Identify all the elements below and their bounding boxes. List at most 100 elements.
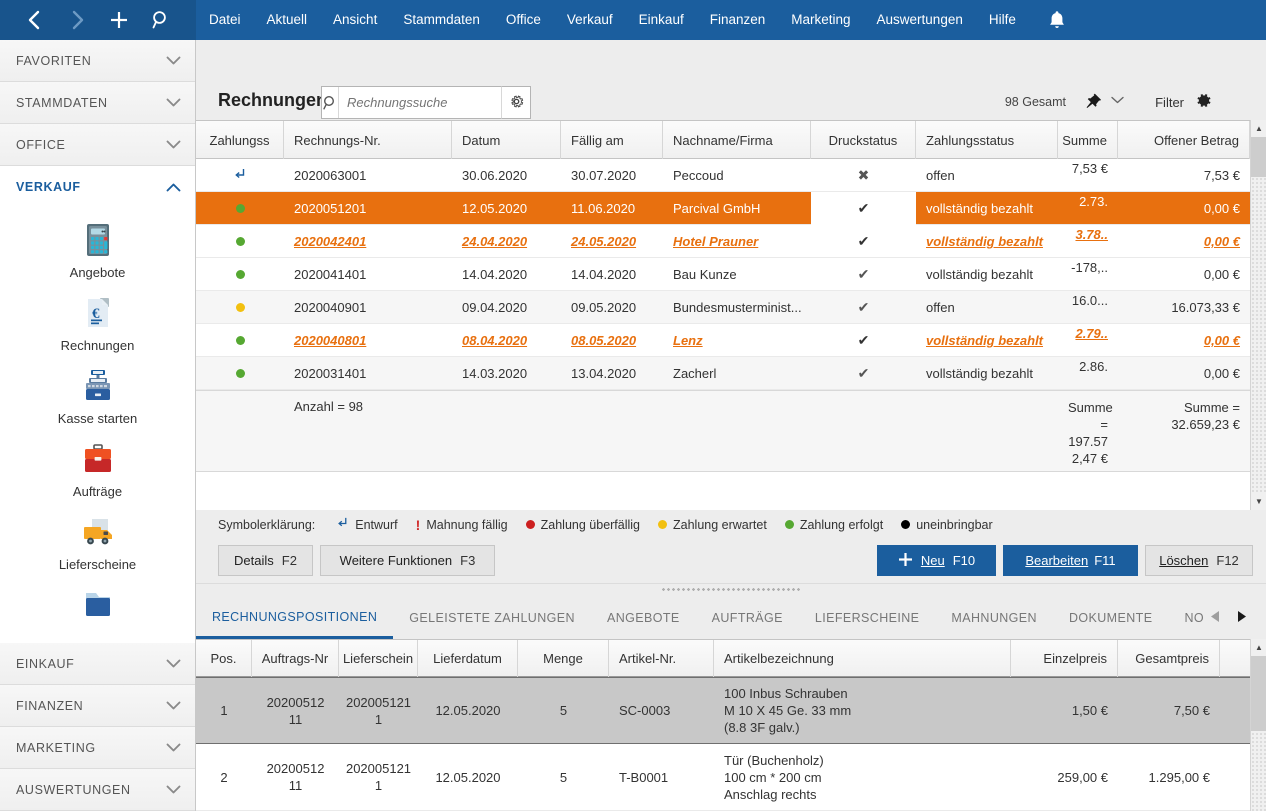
tab-angebote[interactable]: ANGEBOTE — [591, 597, 696, 639]
table-row[interactable]: 2020040901 09.04.2020 09.05.2020 Bundesmust… — [196, 291, 1266, 324]
tabs-next-arrow[interactable] — [1232, 597, 1250, 639]
sidebar-group-auswertungen[interactable]: AUSWERTUNGEN — [0, 769, 195, 811]
sidebar-item-rechnungen[interactable]: € Rechnungen — [0, 287, 195, 360]
sidebar-group-stammdaten[interactable]: STAMMDATEN — [0, 82, 195, 124]
delivery-truck-icon — [78, 512, 118, 552]
search-box[interactable] — [321, 86, 525, 119]
sidebar-item-folder[interactable] — [0, 579, 195, 652]
sidebar-item-auftraege[interactable]: Aufträge — [0, 433, 195, 506]
menu-item-ansicht[interactable]: Ansicht — [320, 0, 390, 40]
exclamation-icon: ! — [415, 516, 421, 533]
position-column-header-2[interactable]: Lieferschein — [339, 640, 418, 677]
sidebar-group-marketing[interactable]: MARKETING — [0, 727, 195, 769]
forward-button[interactable] — [64, 7, 90, 33]
position-column-header-1[interactable]: Auftrags-Nr — [252, 640, 339, 677]
position-grid-scrollbar[interactable]: ▲ ▼ — [1250, 639, 1266, 811]
menu-item-datei[interactable]: Datei — [196, 0, 254, 40]
neu-button[interactable]: Neu F10 — [877, 545, 996, 576]
legend-item-label: Zahlung erwartet — [673, 517, 767, 532]
invoice-grid-scrollbar[interactable]: ▲ ▼ — [1250, 120, 1266, 510]
position-column-header-0[interactable]: Pos. — [196, 640, 252, 677]
tab-dokumente[interactable]: DOKUMENTE — [1053, 597, 1168, 639]
position-table-row[interactable]: 2 20200512 11 202005121 1 12.05.2020 5 T-B0001 T… — [196, 744, 1266, 811]
table-row[interactable]: 2020031401 14.03.2020 13.04.2020 Zacherl ✔ vo… — [196, 357, 1266, 390]
scrollbar-thumb[interactable] — [1251, 137, 1266, 177]
tab-auftr-ge[interactable]: AUFTRÄGE — [696, 597, 799, 639]
legend-item-label: Zahlung erfolgt — [799, 517, 884, 532]
bearbeiten-shortcut: F11 — [1094, 553, 1116, 568]
sidebar-group-favoriten[interactable]: FAVORITEN — [0, 40, 195, 82]
position-column-header-4[interactable]: Menge — [518, 640, 609, 677]
sidebar-group-finanzen[interactable]: FINANZEN — [0, 685, 195, 727]
scroll-up-arrow-icon[interactable]: ▲ — [1251, 639, 1266, 656]
tab-rechnungspositionen[interactable]: RECHNUNGSPOSITIONEN — [196, 597, 394, 639]
column-header-8[interactable]: Offener Betrag — [1118, 121, 1250, 159]
column-header-3[interactable]: Fällig am — [561, 121, 663, 159]
pin-dropdown-chevron-icon[interactable] — [1111, 93, 1124, 107]
menu-item-verkauf[interactable]: Verkauf — [554, 0, 626, 40]
menu-item-auswertungen[interactable]: Auswertungen — [864, 0, 976, 40]
pin-icon[interactable] — [1081, 90, 1103, 112]
open-amount: 0,00 € — [1203, 201, 1240, 216]
menu-item-finanzen[interactable]: Finanzen — [697, 0, 779, 40]
payment-status: vollständig bezahlt — [926, 267, 1033, 282]
sidebar-item-label: Aufträge — [72, 484, 123, 499]
sidebar-item-lieferscheine[interactable]: Lieferscheine — [0, 506, 195, 579]
filter-label[interactable]: Filter — [1155, 95, 1184, 110]
weitere-funktionen-button[interactable]: Weitere Funktionen F3 — [320, 545, 495, 576]
column-header-6[interactable]: Zahlungsstatus — [916, 121, 1058, 159]
scrollbar-thumb[interactable] — [1251, 656, 1266, 731]
tab-mahnungen[interactable]: MAHNUNGEN — [935, 597, 1053, 639]
menu-item-marketing[interactable]: Marketing — [778, 0, 863, 40]
scroll-down-arrow-icon[interactable]: ▼ — [1251, 493, 1266, 510]
print-status: ✔ — [857, 332, 870, 348]
bearbeiten-button[interactable]: Bearbeiten F11 — [1003, 545, 1138, 576]
loeschen-button[interactable]: Löschen F12 — [1145, 545, 1253, 576]
tab-no[interactable]: NO — [1168, 597, 1206, 639]
column-header-1[interactable]: Rechnungs-Nr. — [284, 121, 452, 159]
back-button[interactable] — [22, 7, 48, 33]
details-button[interactable]: Details F2 — [218, 545, 313, 576]
column-header-0[interactable]: Zahlungss — [196, 121, 284, 159]
column-header-5[interactable]: Druckstatus — [811, 121, 916, 159]
menu-item-stammdaten[interactable]: Stammdaten — [390, 0, 493, 40]
column-header-2[interactable]: Datum — [452, 121, 561, 159]
position-column-header-3[interactable]: Lieferdatum — [418, 640, 518, 677]
scrollbar-track[interactable] — [1251, 137, 1266, 493]
position-column-header-5[interactable]: Artikel-Nr. — [609, 640, 714, 677]
table-row[interactable]: 2020051201 12.05.2020 11.06.2020 Parcival G… — [196, 192, 1266, 225]
sidebar-item-angebote[interactable]: Angebote — [0, 214, 195, 287]
position-column-header-7[interactable]: Einzelpreis — [1011, 640, 1118, 677]
column-header-4[interactable]: Nachname/Firma — [663, 121, 811, 159]
table-row[interactable]: 2020063001 30.06.2020 30.07.2020 Peccoud ✖ of… — [196, 159, 1266, 192]
position-table-row[interactable]: 1 20200512 11 202005121 1 12.05.2020 5 SC-0003 1… — [196, 677, 1266, 744]
menu-item-einkauf[interactable]: Einkauf — [626, 0, 697, 40]
tab-lieferscheine[interactable]: LIEFERSCHEINE — [799, 597, 936, 639]
position-column-header-6[interactable]: Artikelbezeichnung — [714, 640, 1011, 677]
tabs-prev-arrow[interactable] — [1206, 597, 1224, 639]
sidebar-group-einkauf[interactable]: EINKAUF — [0, 643, 195, 685]
table-row[interactable]: 2020042401 24.04.2020 24.05.2020 Hotel Prau… — [196, 225, 1266, 258]
position-grid-header: Pos. Auftrags-Nr Lieferschein Lieferdatum Me… — [196, 640, 1266, 677]
column-header-7[interactable]: Summe — [1058, 121, 1118, 159]
sidebar-item-kasse-starten[interactable]: Kasse starten — [0, 360, 195, 433]
menu-item-hilfe[interactable]: Hilfe — [976, 0, 1029, 40]
menu-item-office[interactable]: Office — [493, 0, 554, 40]
payment-status: offen — [926, 168, 955, 183]
table-row[interactable]: 2020040801 08.04.2020 08.05.2020 Lenz ✔ volls… — [196, 324, 1266, 357]
notifications-bell[interactable] — [1035, 0, 1079, 40]
search-settings-button[interactable] — [501, 86, 531, 119]
plus-icon[interactable] — [106, 7, 132, 33]
scroll-up-arrow-icon[interactable]: ▲ — [1251, 120, 1266, 137]
search-icon[interactable] — [148, 7, 174, 33]
search-input[interactable] — [339, 95, 525, 110]
panel-resize-handle[interactable] — [196, 583, 1266, 595]
sidebar-group-verkauf[interactable]: VERKAUF — [0, 166, 195, 208]
position-column-header-8[interactable]: Gesamtpreis — [1118, 640, 1220, 677]
summary-blank-2 — [452, 391, 561, 471]
table-row[interactable]: 2020041401 14.04.2020 14.04.2020 Bau Kunze ✔… — [196, 258, 1266, 291]
tab-geleistete-zahlungen[interactable]: GELEISTETE ZAHLUNGEN — [393, 597, 591, 639]
filter-settings-button[interactable] — [1192, 91, 1214, 113]
sidebar-group-office[interactable]: OFFICE — [0, 124, 195, 166]
menu-item-aktuell[interactable]: Aktuell — [254, 0, 321, 40]
